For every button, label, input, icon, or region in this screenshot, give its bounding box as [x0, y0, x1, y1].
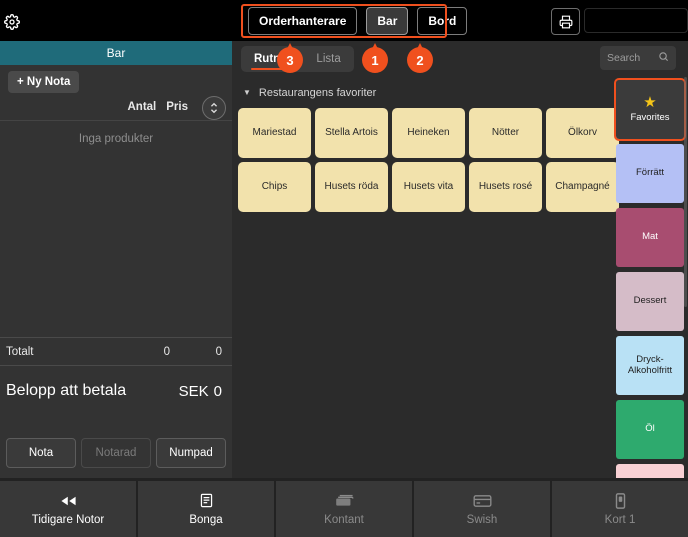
product-tile[interactable]: Stella Artois — [315, 108, 388, 158]
nav-kontant[interactable]: Kontant — [276, 481, 412, 537]
product-tile-grid: Mariestad Stella Artois Heineken Nötter … — [235, 102, 619, 212]
product-tile[interactable]: Heineken — [392, 108, 465, 158]
new-note-row: + Ny Nota — [0, 65, 232, 93]
printer-icon[interactable] — [551, 8, 580, 35]
lista-tab[interactable]: Lista — [303, 46, 353, 72]
product-tile[interactable]: Husets vita — [392, 162, 465, 212]
annotation-pin-3-number: 3 — [286, 52, 294, 68]
search-placeholder: Search — [607, 52, 641, 64]
notarad-tab[interactable]: Notarad — [81, 438, 151, 468]
annotation-pin-1: 1 — [362, 43, 388, 73]
category-rail-scrollbar[interactable] — [684, 77, 687, 307]
product-tile[interactable]: Nötter — [469, 108, 542, 158]
search-input[interactable]: Search — [600, 46, 676, 70]
rewind-icon — [60, 493, 77, 509]
nav-swish[interactable]: Swish — [414, 481, 550, 537]
product-tile[interactable]: Husets rosé — [469, 162, 542, 212]
numpad-tab[interactable]: Numpad — [156, 438, 226, 468]
bottom-navigation: Tidigare Notor Bonga Kontant Swish Kort … — [0, 478, 688, 537]
category-dryck-alkoholfritt[interactable]: Dryck-Alkoholfritt — [616, 336, 684, 395]
gear-icon[interactable] — [3, 13, 21, 31]
category-label: Öl — [645, 423, 655, 435]
annotation-pin-2-number: 2 — [416, 52, 424, 68]
terminal-icon — [615, 492, 626, 509]
product-tile[interactable]: Husets röda — [315, 162, 388, 212]
totals-label: Totalt — [6, 345, 34, 358]
nav-label: Bonga — [189, 513, 223, 526]
nav-kort-1[interactable]: Kort 1 — [552, 481, 688, 537]
amount-currency: SEK — [178, 382, 209, 400]
category-partial[interactable] — [616, 464, 684, 478]
category-label: Favorites — [630, 112, 670, 124]
new-note-button[interactable]: + Ny Nota — [8, 71, 80, 93]
order-column-headers: Antal Pris — [0, 93, 232, 121]
caret-down-icon: ▼ — [243, 88, 251, 97]
amount-due-row: Belopp att betala SEK 0 — [0, 366, 232, 416]
nav-tidigare-notor[interactable]: Tidigare Notor — [0, 481, 136, 537]
venue-title-bar: Bar — [0, 41, 232, 65]
amount-value: 0 — [213, 382, 222, 400]
category-dessert[interactable]: Dessert — [616, 272, 684, 331]
product-tile[interactable]: Chips — [238, 162, 311, 212]
bord-button[interactable]: Bord — [417, 7, 468, 35]
sort-updown-icon[interactable] — [202, 96, 226, 120]
cash-icon — [335, 493, 354, 509]
main-content: Rutnät Lista Search ▼ Restaurangens favo… — [232, 41, 688, 478]
mode-segmented-control: Orderhanterare Bar Bord — [244, 7, 471, 35]
top-toolbar: Orderhanterare Bar Bord — [0, 0, 688, 41]
category-mat[interactable]: Mat — [616, 208, 684, 267]
product-tile[interactable]: Ölkorv — [546, 108, 619, 158]
product-group-header[interactable]: ▼ Restaurangens favoriter — [235, 84, 612, 102]
category-forratt[interactable]: Förrätt — [616, 144, 684, 203]
category-rail: ★ Favorites Förrätt Mat Dessert Dryck-Al… — [612, 77, 688, 478]
category-ol[interactable]: Öl — [616, 400, 684, 459]
nota-tab[interactable]: Nota — [6, 438, 76, 468]
nav-bonga[interactable]: Bonga — [138, 481, 274, 537]
star-icon: ★ — [643, 94, 657, 112]
category-label: Dryck-Alkoholfritt — [627, 353, 673, 376]
nav-label: Tidigare Notor — [31, 513, 105, 526]
card-icon — [473, 493, 492, 509]
pos-app-window: Orderhanterare Bar Bord 1 2 3 Bar + Ny N… — [0, 0, 688, 537]
product-group-title: Restaurangens favoriter — [258, 87, 377, 99]
amount-due-label: Belopp att betala — [6, 382, 127, 399]
orderhanterare-button[interactable]: Orderhanterare — [248, 7, 358, 35]
annotation-pin-3: 3 — [277, 43, 303, 73]
totals-qty-value: 0 — [163, 345, 170, 358]
totals-price-value: 0 — [215, 345, 222, 358]
product-tile[interactable]: Champagné — [546, 162, 619, 212]
annotation-pin-2: 2 — [407, 43, 433, 73]
category-favorites[interactable]: ★ Favorites — [614, 78, 686, 141]
totals-row: Totalt 0 0 — [0, 337, 232, 366]
order-panel: Bar + Ny Nota Antal Pris Inga produkter … — [0, 41, 232, 478]
nav-label: Swish — [466, 513, 498, 526]
bar-button[interactable]: Bar — [366, 7, 409, 35]
category-label: Mat — [642, 231, 658, 243]
empty-products-message: Inga produkter — [78, 133, 154, 145]
annotation-pin-1-number: 1 — [371, 52, 379, 68]
category-label: Förrätt — [636, 167, 664, 179]
receipt-icon — [200, 493, 213, 509]
search-icon — [658, 51, 669, 65]
order-action-tabs: Nota Notarad Numpad — [0, 438, 232, 468]
category-label: Dessert — [633, 295, 667, 307]
header-input-field[interactable] — [584, 8, 688, 33]
column-price-label: Pris — [166, 100, 188, 113]
nav-label: Kort 1 — [604, 513, 636, 526]
column-qty-label: Antal — [127, 100, 157, 113]
nav-label: Kontant — [324, 513, 364, 526]
product-tile[interactable]: Mariestad — [238, 108, 311, 158]
product-grid-area: ▼ Restaurangens favoriter Mariestad Stel… — [232, 77, 619, 478]
